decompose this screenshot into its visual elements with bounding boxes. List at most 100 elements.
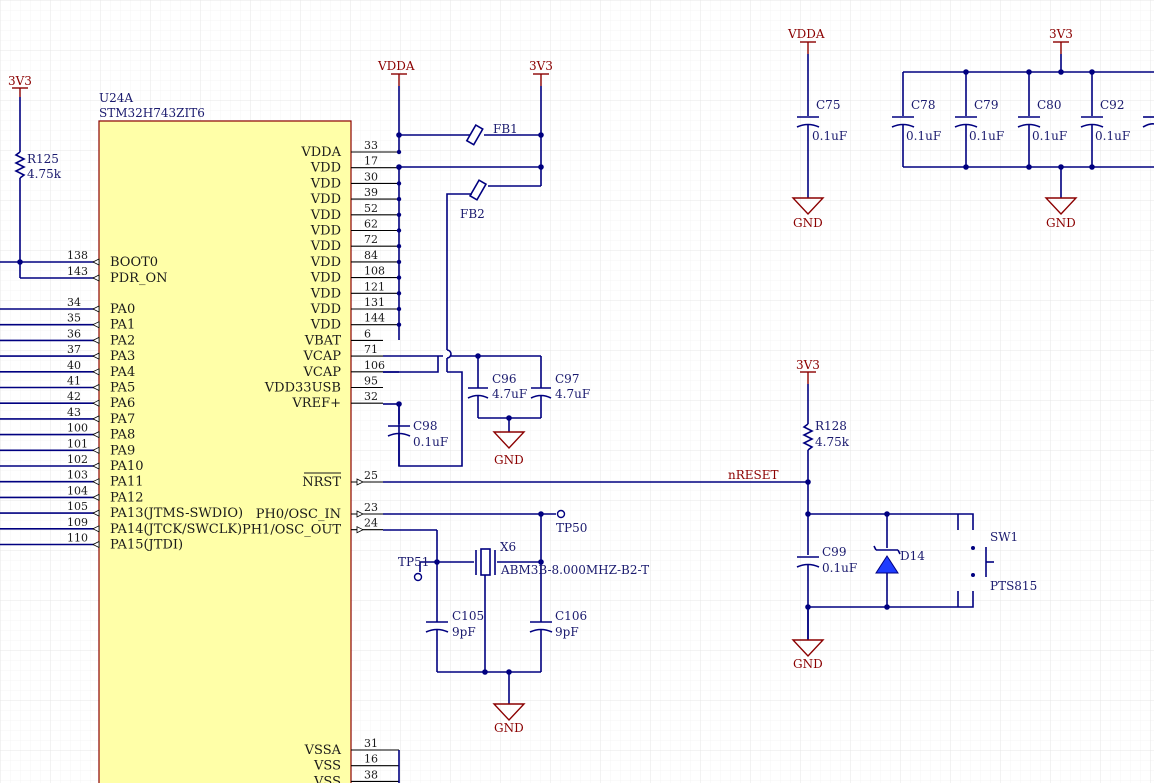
pin-number: 104 <box>67 484 88 497</box>
d14-ref: D14 <box>900 549 925 563</box>
test-point-tp51[interactable] <box>413 572 423 582</box>
pin-number: 143 <box>67 265 88 278</box>
pin-number: 37 <box>67 343 81 356</box>
pin-number: 32 <box>364 390 378 403</box>
pin-name: PA0 <box>110 302 135 317</box>
c106-ref: C106 <box>555 609 587 623</box>
r125-ref: R125 <box>27 152 59 166</box>
pin-name: VDD <box>310 192 341 207</box>
c78-value: 0.1uF <box>906 129 941 143</box>
tp51-ref: TP51 <box>398 555 429 569</box>
c105-ref: C105 <box>452 609 484 623</box>
fb2-ref: FB2 <box>460 207 485 221</box>
svg-text:3V3: 3V3 <box>529 59 553 73</box>
pin-number: 6 <box>364 327 371 340</box>
pin-number: 95 <box>364 375 378 388</box>
pin-name: VDD <box>310 176 341 191</box>
pin-name: PA1 <box>110 318 135 333</box>
pin-number: 105 <box>67 500 88 513</box>
svg-text:23: 23 <box>364 501 378 514</box>
fb1-ref: FB1 <box>493 122 518 136</box>
pin-name: VDD <box>310 239 341 254</box>
c96-value: 4.7uF <box>492 387 527 401</box>
test-point-tp50[interactable] <box>556 509 566 519</box>
pin-number: 39 <box>364 186 378 199</box>
sw1-value: PTS815 <box>990 579 1037 593</box>
c97-value: 4.7uF <box>555 387 590 401</box>
c98-value: 0.1uF <box>413 435 448 449</box>
pin-name: VDD <box>310 224 341 239</box>
pin-name: VDD <box>310 302 341 317</box>
pin-name: PA2 <box>110 333 135 348</box>
c106-value: 9pF <box>555 625 579 639</box>
svg-text:PH1/OSC_OUT: PH1/OSC_OUT <box>242 523 341 538</box>
pin-name: PA12 <box>110 490 143 505</box>
pin-name: PA13(JTMS-SWDIO) <box>110 506 243 521</box>
c96-ref: C96 <box>492 372 516 386</box>
r128-ref: R128 <box>815 419 847 433</box>
pin-name: PA5 <box>110 381 135 396</box>
pin-number: 30 <box>364 170 378 183</box>
pin-name: VBAT <box>304 333 342 348</box>
pin-number: 121 <box>364 280 385 293</box>
pin-number: 108 <box>364 265 385 278</box>
schematic-canvas: U24A STM32H743ZIT6 138 BOOT0 143 PDR_ON 34 PA… <box>0 0 1154 783</box>
pin-number: 84 <box>364 249 378 262</box>
pin-number: 36 <box>67 327 81 340</box>
svg-text:VSSA: VSSA <box>304 743 342 758</box>
pin-name: PA8 <box>110 428 135 443</box>
svg-text:VDDA: VDDA <box>787 27 825 41</box>
svg-text:16: 16 <box>364 753 378 766</box>
pin-number: 40 <box>67 359 81 372</box>
c98-ref: C98 <box>413 419 437 433</box>
svg-text:38: 38 <box>364 768 378 781</box>
pin-number: 41 <box>67 375 81 388</box>
svg-text:NRST: NRST <box>302 475 341 490</box>
svg-text:VSS: VSS <box>313 759 341 774</box>
pin-number: 100 <box>67 422 88 435</box>
pin-number: 109 <box>67 516 88 529</box>
c79-value: 0.1uF <box>969 129 1004 143</box>
svg-text:GND: GND <box>793 657 823 671</box>
pin-name: VDD <box>310 271 341 286</box>
c92-value: 0.1uF <box>1095 129 1130 143</box>
pin-name: VCAP <box>303 365 342 380</box>
pin-name: PA7 <box>110 412 135 427</box>
pin-number: 131 <box>364 296 385 309</box>
pin-name: PA6 <box>110 396 135 411</box>
pin-number: 34 <box>67 296 81 309</box>
pin-number: 102 <box>67 453 88 466</box>
pin-name: BOOT0 <box>110 255 158 270</box>
pin-number: 17 <box>364 155 378 168</box>
svg-text:PH0/OSC_IN: PH0/OSC_IN <box>256 507 341 522</box>
svg-text:VDDA: VDDA <box>377 59 415 73</box>
sw1-ref: SW1 <box>990 530 1018 544</box>
c99-value: 0.1uF <box>822 561 857 575</box>
c80-ref: C80 <box>1037 98 1061 112</box>
svg-text:GND: GND <box>1046 216 1076 230</box>
pin-name: PDR_ON <box>110 271 168 286</box>
c97-ref: C97 <box>555 372 579 386</box>
pin-number: 106 <box>364 359 385 372</box>
net-label-nreset: nRESET <box>728 468 779 482</box>
r125-value: 4.75k <box>27 167 62 181</box>
svg-text:3V3: 3V3 <box>8 74 32 88</box>
ic-designator: U24A <box>99 91 133 105</box>
pin-number: 35 <box>67 312 81 325</box>
r128-value: 4.75k <box>815 435 850 449</box>
svg-text:GND: GND <box>494 721 524 735</box>
pin-name: PA4 <box>110 365 135 380</box>
tp50-ref: TP50 <box>556 521 587 535</box>
svg-text:24: 24 <box>364 517 378 530</box>
pin-name: VDD <box>310 318 341 333</box>
svg-text:3V3: 3V3 <box>796 358 820 372</box>
c75-value: 0.1uF <box>812 129 847 143</box>
pin-number: 103 <box>67 469 88 482</box>
c80-value: 0.1uF <box>1032 129 1067 143</box>
svg-text:VSS: VSS <box>313 774 341 783</box>
pin-name: VCAP <box>303 349 342 364</box>
pin-name: PA9 <box>110 443 135 458</box>
ic-part-number: STM32H743ZIT6 <box>99 106 205 120</box>
svg-text:GND: GND <box>793 216 823 230</box>
c78-ref: C78 <box>911 98 935 112</box>
